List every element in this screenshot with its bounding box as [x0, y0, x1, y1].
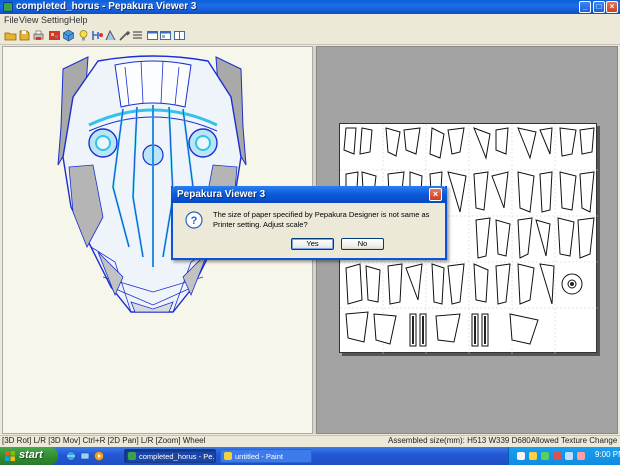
taskbar-item-label: untitled - Paint: [235, 452, 283, 461]
maximize-button[interactable]: □: [593, 1, 605, 13]
menu-file[interactable]: File: [4, 15, 19, 25]
status-assembled-size: Assembled size(mm): H513 W339 D680Allowe…: [388, 436, 618, 445]
toolbar: [0, 27, 620, 45]
taskbar-item-pepakura[interactable]: completed_horus - Pe...: [124, 449, 216, 463]
pepakura-app-icon[interactable]: [3, 2, 13, 12]
minimize-button[interactable]: _: [579, 1, 591, 13]
tools-icon[interactable]: [118, 29, 131, 42]
menu-view[interactable]: View: [19, 15, 38, 25]
dialog-body: ? The size of paper specified by Pepakur…: [173, 203, 445, 258]
status-controls-hint: [3D Rot] L/R [3D Mov] Ctrl+R [2D Pan] L/…: [2, 436, 206, 445]
window-title: completed_horus - Pepakura Viewer 3: [16, 1, 197, 12]
question-icon: ?: [185, 211, 203, 229]
layout-icon[interactable]: [131, 29, 144, 42]
taskbar-item-label: completed_horus - Pe...: [139, 452, 216, 461]
window-icon[interactable]: [146, 29, 159, 42]
quicklaunch-media-icon[interactable]: [94, 451, 104, 461]
quicklaunch-desktop-icon[interactable]: [80, 451, 90, 461]
status-bar: [3D Rot] L/R [3D Mov] Ctrl+R [2D Pan] L/…: [0, 435, 620, 447]
system-tray: 9:00 PM: [508, 447, 620, 465]
tray-app-icon[interactable]: [577, 452, 585, 460]
assembly-icon[interactable]: [91, 29, 104, 42]
dialog-close-button[interactable]: ×: [429, 188, 442, 201]
tray-volume-icon[interactable]: [529, 452, 537, 460]
no-button[interactable]: No: [341, 238, 384, 250]
menu-bar: File View Setting Help: [0, 14, 620, 27]
yes-button[interactable]: Yes: [291, 238, 334, 250]
menu-help[interactable]: Help: [69, 15, 88, 25]
tray-alert-icon[interactable]: [553, 452, 561, 460]
split-view-icon[interactable]: [173, 29, 186, 42]
svg-text:?: ?: [191, 215, 198, 227]
start-label: start: [19, 449, 43, 461]
taskbar-item-paint[interactable]: untitled - Paint: [220, 449, 312, 463]
edge-icon[interactable]: [104, 29, 117, 42]
close-button[interactable]: ×: [606, 1, 618, 13]
tray-network-icon[interactable]: [517, 452, 525, 460]
print-icon[interactable]: [32, 29, 45, 42]
lightbulb-icon[interactable]: [77, 29, 90, 42]
panel-icon[interactable]: [159, 29, 172, 42]
dialog-title-bar[interactable]: Pepakura Viewer 3 ×: [171, 186, 447, 203]
scale-dialog: Pepakura Viewer 3 × ? The size of paper …: [171, 186, 447, 260]
clock[interactable]: 9:00 PM: [595, 450, 620, 459]
paint-task-icon: [224, 452, 232, 460]
windows-logo-icon: [5, 451, 15, 461]
dialog-message: The size of paper specified by Pepakura …: [213, 210, 430, 229]
tray-display-icon[interactable]: [565, 452, 573, 460]
taskbar: start completed_horus - Pe... untitled -…: [0, 447, 620, 465]
menu-setting[interactable]: Setting: [41, 15, 69, 25]
title-bar[interactable]: completed_horus - Pepakura Viewer 3 _ □ …: [0, 0, 620, 14]
dialog-title: Pepakura Viewer 3: [177, 189, 266, 200]
tray-security-icon[interactable]: [541, 452, 549, 460]
start-button[interactable]: start: [0, 447, 58, 465]
save-icon[interactable]: [18, 29, 31, 42]
texture-icon[interactable]: [48, 29, 61, 42]
quicklaunch-browser-icon[interactable]: [66, 451, 76, 461]
pepakura-window: completed_horus - Pepakura Viewer 3 _ □ …: [0, 0, 620, 447]
pepakura-task-icon: [128, 452, 136, 460]
3d-view-icon[interactable]: [62, 29, 75, 42]
open-icon[interactable]: [4, 29, 17, 42]
